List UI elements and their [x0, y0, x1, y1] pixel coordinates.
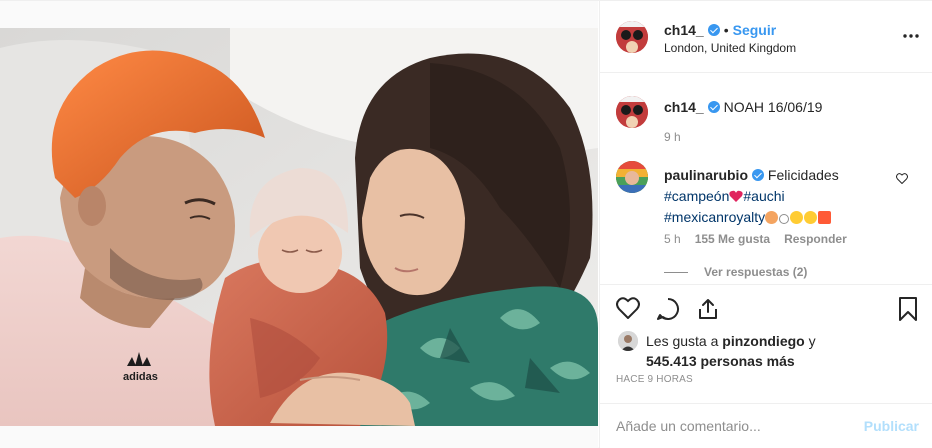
share-icon[interactable]: [696, 297, 720, 324]
more-icon[interactable]: [903, 27, 919, 38]
likes-summary: Les gusta a pinzondiego y 545.413 person…: [646, 331, 866, 371]
author-username[interactable]: ch14_: [664, 22, 704, 38]
add-comment-bar: Publicar: [600, 403, 932, 448]
reply-button[interactable]: Responder: [784, 232, 847, 246]
collision-emoji: [818, 211, 832, 224]
comment-likes[interactable]: 155 Me gusta: [695, 232, 770, 246]
red-heart-emoji: [729, 190, 744, 202]
replies-line: [664, 272, 688, 274]
bookmark-outline: [899, 297, 917, 321]
comment-meta: 5 h 155 Me gusta Responder: [664, 232, 861, 246]
svg-text:adidas: adidas: [123, 371, 158, 383]
liker-avatar[interactable]: [618, 331, 638, 351]
view-replies-label: Ver respuestas (2): [704, 265, 808, 279]
heart-icon[interactable]: [616, 297, 640, 322]
photo-bottom-margin: [0, 426, 598, 448]
hashtag-link[interactable]: #auchi: [743, 188, 784, 204]
likes-prefix: Les gusta a: [646, 333, 719, 349]
share-arrow: [699, 299, 717, 319]
verified-icon: [707, 24, 720, 36]
post-photo[interactable]: adidas: [0, 28, 598, 426]
caption-time[interactable]: 9 h: [664, 130, 681, 144]
commenter-username[interactable]: paulinarubio: [664, 167, 748, 183]
female-sign-emoji: [779, 214, 790, 224]
avatar-image: [616, 161, 648, 193]
follow-button[interactable]: Seguir: [733, 22, 777, 38]
more-icon-glyph: [903, 34, 919, 38]
author-line: ch14_ • Seguir: [664, 22, 776, 38]
hashtag-link[interactable]: #campeón: [664, 188, 729, 204]
likes-count[interactable]: 545.413 personas más: [646, 353, 795, 369]
post-header: ch14_ • Seguir London, United Kingdom: [600, 1, 932, 73]
heart-outline: [896, 173, 908, 185]
comment-time[interactable]: 5 h: [664, 232, 681, 246]
like-comment-heart-icon[interactable]: [896, 171, 908, 187]
caption-body: NOAH 16/06/19: [723, 99, 823, 115]
author-avatar[interactable]: [616, 21, 648, 53]
caption-text: ch14_ NOAH 16/06/19: [664, 99, 822, 115]
woman-raising-hand-emoji: [765, 211, 779, 224]
heart-outline: [616, 297, 640, 320]
verified-icon: [752, 169, 764, 181]
photo-top-margin: [0, 1, 598, 28]
commenter-avatar[interactable]: [616, 161, 648, 193]
caption-username[interactable]: ch14_: [664, 99, 704, 115]
view-replies-button[interactable]: Ver respuestas (2): [664, 265, 807, 279]
post-location[interactable]: London, United Kingdom: [664, 41, 796, 55]
liker-username[interactable]: pinzondiego: [722, 333, 804, 349]
comment-body: Felicidades: [767, 167, 839, 183]
separator-dot: •: [723, 22, 729, 38]
comment-bubble: [657, 298, 679, 320]
publish-button[interactable]: Publicar: [864, 418, 919, 434]
hashtag-link[interactable]: #mexicanroyalty: [664, 209, 765, 225]
avatar-image: [616, 21, 648, 53]
likes-connector: y: [808, 333, 816, 349]
avatar-image: [616, 96, 648, 128]
avatar-image: [618, 331, 638, 351]
post-timestamp[interactable]: HACE 9 HORAS: [616, 374, 693, 385]
comment-icon[interactable]: [656, 297, 680, 324]
smiling-face-emoji: [804, 211, 818, 224]
comment-text: paulinarubio Felicidades #campeón #auchi …: [664, 165, 894, 228]
grinning-face-emoji: [790, 211, 804, 224]
instagram-post: adidas ch14_ • Seguir London, United Kin…: [0, 0, 932, 448]
action-bar: [600, 284, 932, 332]
photo-illustration: adidas: [0, 28, 598, 426]
bookmark-icon[interactable]: [898, 297, 918, 324]
caption-avatar[interactable]: [616, 96, 648, 128]
verified-icon: [707, 101, 720, 113]
comment-input[interactable]: [616, 416, 856, 436]
post-side-panel: ch14_ • Seguir London, United Kingdom ch…: [599, 1, 932, 448]
